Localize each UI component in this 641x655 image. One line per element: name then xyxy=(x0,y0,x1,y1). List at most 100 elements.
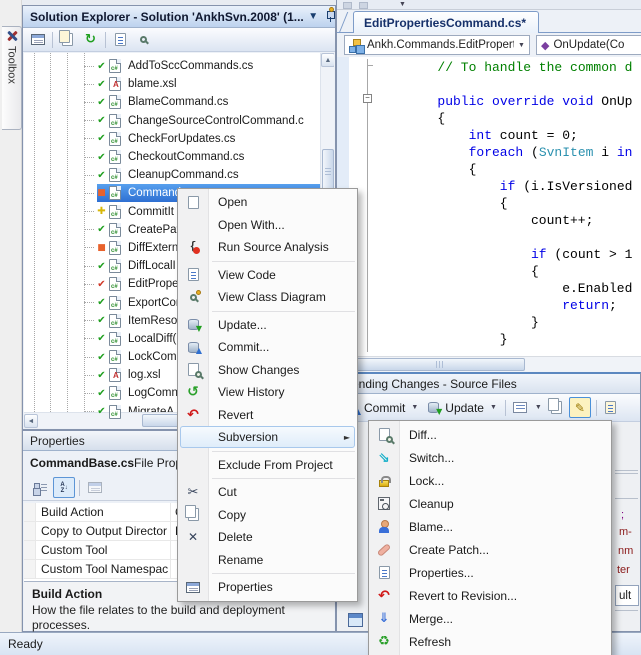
panel-divider xyxy=(615,470,638,471)
menu-item-label: Update... xyxy=(208,318,267,332)
tree-item-checkforupdates.cs[interactable]: ✔CheckForUpdates.cs xyxy=(24,130,320,148)
solution-explorer-title-bar[interactable]: Solution Explorer - Solution 'AnkhSvn.20… xyxy=(23,6,335,28)
menu-item-icon-slot: ✂ xyxy=(178,484,208,500)
svn-blame-icon xyxy=(375,519,393,535)
menu-item-create-patch[interactable]: Create Patch... xyxy=(369,538,611,561)
menu-item-show-changes[interactable]: Show Changes xyxy=(178,359,357,382)
show-all-files-icon[interactable] xyxy=(57,30,78,50)
class-diagram-icon[interactable] xyxy=(133,30,154,50)
menu-item-copy[interactable]: Copy xyxy=(178,504,357,527)
properties-window-icon[interactable] xyxy=(27,30,48,50)
code-line: { xyxy=(337,161,641,178)
menu-item-delete[interactable]: ✕Delete xyxy=(178,526,357,549)
menu-item-blame[interactable]: Blame... xyxy=(369,515,611,538)
tree-item-label: LockCom xyxy=(125,350,180,364)
menu-item-cleanup[interactable]: Cleanup xyxy=(369,492,611,515)
menu-item-subversion[interactable]: Subversion► xyxy=(178,426,357,449)
menu-item-diff[interactable]: Diff... xyxy=(369,423,611,446)
menu-item-icon-slot: ⇘ xyxy=(369,450,399,466)
scroll-up-icon[interactable]: ▲ xyxy=(321,53,334,67)
chevron-down-icon[interactable]: ▼ xyxy=(487,404,500,411)
class-dropdown[interactable]: Ankh.Commands.EditProperti ▼ xyxy=(344,35,530,55)
scroll-left-icon[interactable]: ◄ xyxy=(24,414,38,428)
commit-button[interactable]: Commit xyxy=(364,401,405,415)
class-diagram-icon xyxy=(184,289,202,305)
menu-item-label: Copy xyxy=(208,508,246,522)
code-area[interactable]: − // To handle the common dpublic overri… xyxy=(337,57,641,356)
csharp-file-icon xyxy=(109,350,121,364)
combo-fragment-text: ult xyxy=(619,590,631,602)
chevron-down-icon[interactable]: ▼ xyxy=(408,404,421,411)
toolbox-tab[interactable]: Toolbox xyxy=(2,26,22,130)
menu-item-rename[interactable]: Rename xyxy=(178,549,357,572)
property-pages-icon[interactable] xyxy=(84,477,106,498)
menu-item-properties[interactable]: Properties xyxy=(178,576,357,599)
editor-tab-editpropertiescommand[interactable]: EditPropertiesCommand.cs* xyxy=(353,11,539,33)
list-view-icon[interactable] xyxy=(511,400,529,416)
tree-item-addtoscccommands.cs[interactable]: ✔AddToSccCommands.cs xyxy=(24,57,320,75)
svn-status-check-icon: ✔ xyxy=(95,79,108,90)
member-dropdown[interactable]: ◆ OnUpdate(Co xyxy=(536,35,641,55)
editor-horizontal-scrollbar[interactable]: ◄ xyxy=(337,356,641,372)
menu-item-refresh[interactable]: ♻ Refresh xyxy=(369,630,611,653)
text-fragment: ; xyxy=(621,509,624,521)
refresh-icon[interactable]: ↻ xyxy=(80,30,101,50)
menu-item-open[interactable]: Open xyxy=(178,191,357,214)
alphabetical-sort-icon[interactable]: AZ↓ xyxy=(53,477,75,498)
svn-refresh-icon: ♻ xyxy=(375,634,393,650)
scrollbar-thumb[interactable] xyxy=(355,358,525,371)
menu-separator xyxy=(212,573,355,574)
menu-item-properties[interactable]: Properties... xyxy=(369,561,611,584)
menu-item-view-history[interactable]: ↺View History xyxy=(178,381,357,404)
menu-item-update[interactable]: ▼Update... xyxy=(178,314,357,337)
menu-item-run-source-analysis[interactable]: {Run Source Analysis xyxy=(178,236,357,259)
menu-item-icon-slot xyxy=(178,267,208,283)
chevron-down-icon[interactable]: ▼ xyxy=(532,404,545,411)
tree-item-blamecommand.cs[interactable]: ✔BlameCommand.cs xyxy=(24,93,320,111)
scrollbar-thumb[interactable] xyxy=(322,149,334,193)
menu-item-exclude-from-project[interactable]: Exclude From Project xyxy=(178,454,357,477)
property-row-margin xyxy=(24,522,36,540)
pin-icon[interactable] xyxy=(323,10,335,24)
pending-changes-title-bar[interactable]: Pending Changes - Source Files xyxy=(337,374,640,394)
open-document-icon xyxy=(184,194,202,210)
window-menu-chevron-icon[interactable]: ▼ xyxy=(306,10,321,24)
menu-item-icon-slot xyxy=(178,362,208,378)
tree-item-checkoutcommand.cs[interactable]: ✔CheckoutCommand.cs xyxy=(24,148,320,166)
menu-item-lock[interactable]: Lock... xyxy=(369,469,611,492)
window-icon xyxy=(348,613,363,627)
chevron-down-icon[interactable]: ▼ xyxy=(399,1,406,8)
code-line: int count = 0; xyxy=(337,127,641,144)
property-name: Build Action xyxy=(36,503,171,521)
menu-item-merge[interactable]: ⇓Merge... xyxy=(369,607,611,630)
copy-icon[interactable] xyxy=(548,400,566,416)
menu-item-switch[interactable]: ⇘Switch... xyxy=(369,446,611,469)
property-row-margin xyxy=(24,541,36,559)
panel-divider xyxy=(615,498,638,499)
csharp-file-icon xyxy=(109,205,121,219)
menu-item-icon-slot: ↺ xyxy=(178,384,208,400)
menu-item-revert-to-revision[interactable]: ↶Revert to Revision... xyxy=(369,584,611,607)
combo-fragment[interactable]: ult xyxy=(615,585,639,606)
menu-item-open-with[interactable]: Open With... xyxy=(178,214,357,237)
svn-status-check-icon: ✔ xyxy=(95,224,108,235)
menu-item-commit[interactable]: ▲Commit... xyxy=(178,336,357,359)
tree-item-changesourcecontrolcommand.c[interactable]: ✔ChangeSourceControlCommand.c xyxy=(24,112,320,130)
menu-item-label: Refresh xyxy=(399,635,451,649)
view-code-icon[interactable] xyxy=(110,30,131,50)
menu-item-cut[interactable]: ✂Cut xyxy=(178,481,357,504)
menu-item-label: Diff... xyxy=(399,428,437,442)
menu-item-view-class-diagram[interactable]: View Class Diagram xyxy=(178,286,357,309)
edit-log-message-toggle[interactable]: ✎ xyxy=(569,397,591,418)
tree-item-cleanupcommand.cs[interactable]: ✔CleanupCommand.cs xyxy=(24,166,320,184)
categorized-icon[interactable] xyxy=(29,477,51,498)
property-name: Custom Tool Namespac xyxy=(36,560,171,578)
properties-window-icon xyxy=(184,579,202,595)
update-button[interactable]: Update xyxy=(445,401,484,415)
svn-status-check-icon: ✔ xyxy=(95,133,108,144)
menu-item-label: Commit... xyxy=(208,340,269,354)
menu-item-revert[interactable]: ↶Revert xyxy=(178,404,357,427)
csharp-file-icon xyxy=(109,332,121,346)
menu-item-view-code[interactable]: View Code xyxy=(178,264,357,287)
tree-item-blame.xsl[interactable]: ✔blame.xsl xyxy=(24,75,320,93)
